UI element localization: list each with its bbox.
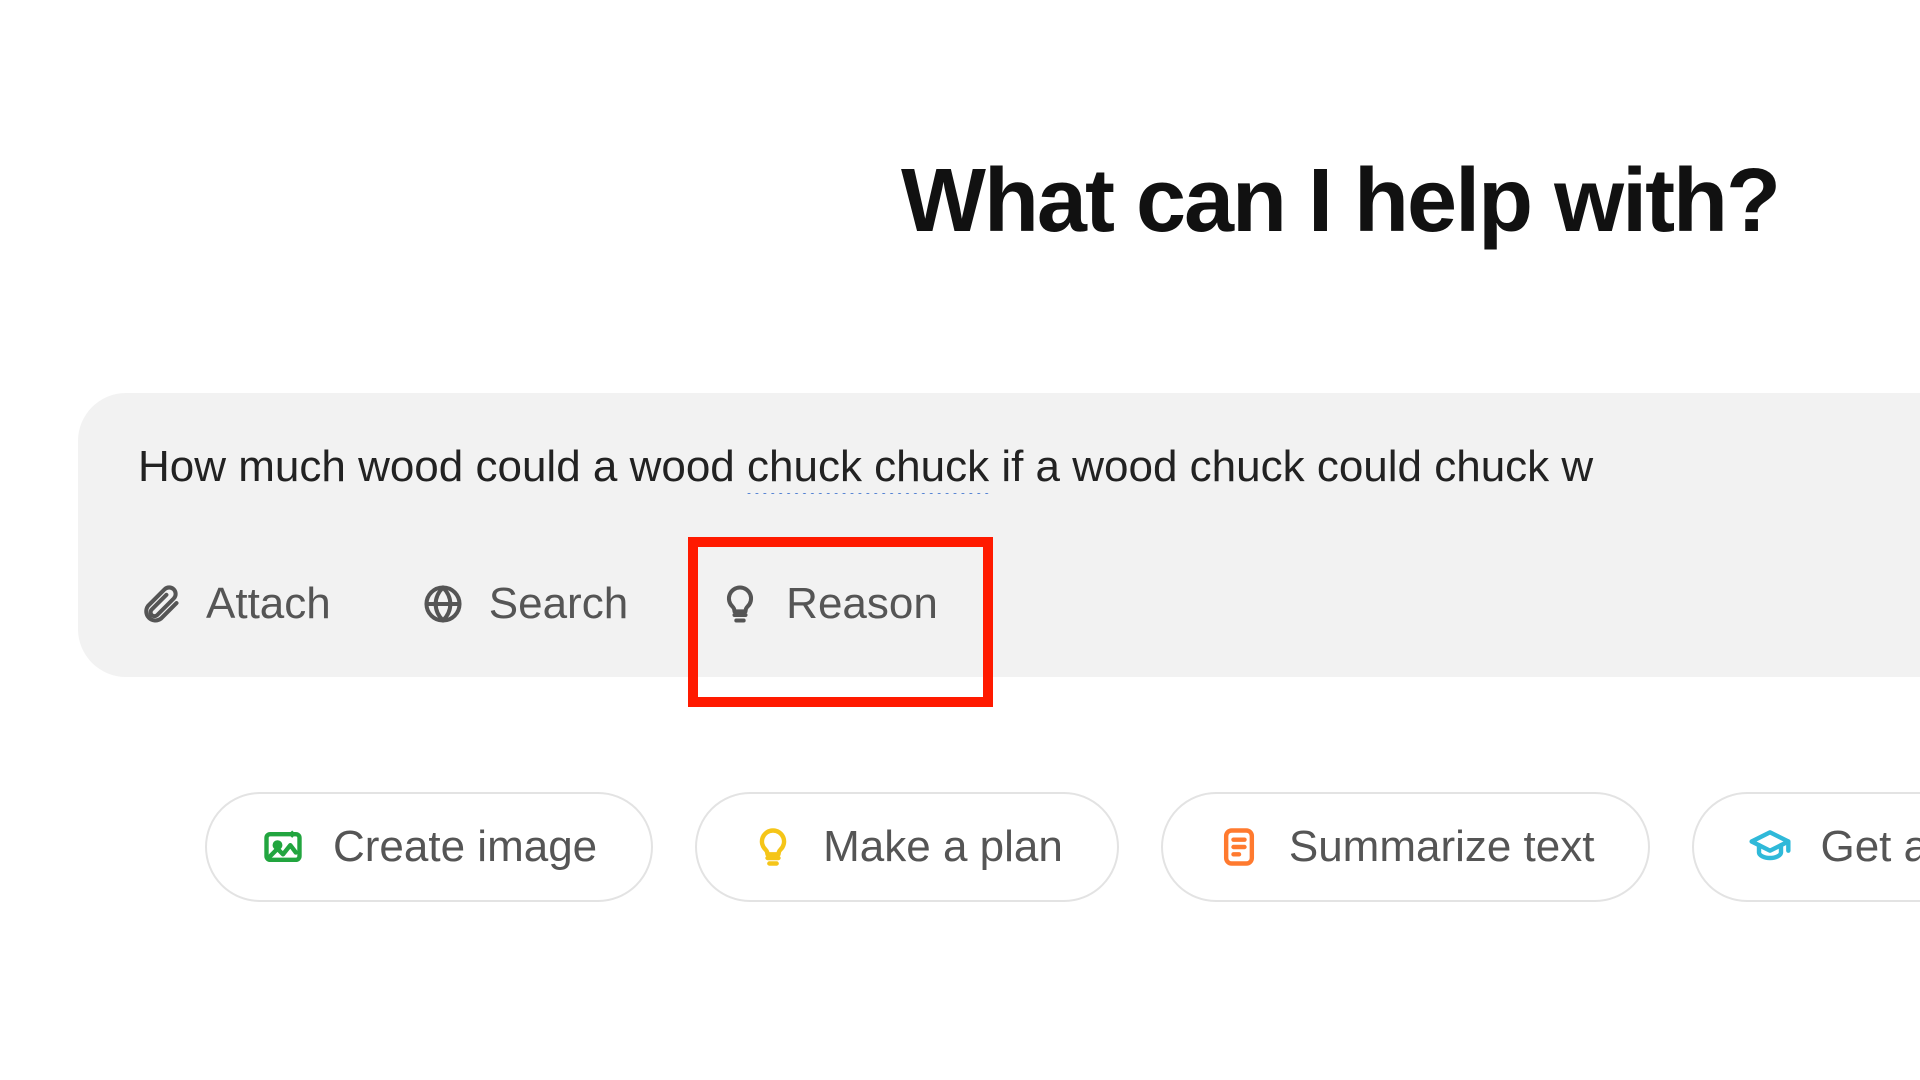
document-icon <box>1217 825 1261 869</box>
reason-button[interactable]: Reason <box>718 579 938 629</box>
globe-icon <box>421 582 465 626</box>
create-image-chip[interactable]: Create image <box>205 792 653 902</box>
prompt-text[interactable]: How much wood could a wood chuck chuck i… <box>138 441 1920 494</box>
prompt-pre: How much wood could a wood <box>138 442 747 491</box>
summarize-text-chip[interactable]: Summarize text <box>1161 792 1651 902</box>
get-advice-chip[interactable]: Get advic <box>1692 792 1920 902</box>
paperclip-icon <box>138 582 182 626</box>
image-icon <box>261 825 305 869</box>
lightbulb-icon <box>718 582 762 626</box>
make-a-plan-label: Make a plan <box>823 822 1063 872</box>
create-image-label: Create image <box>333 822 597 872</box>
reason-label: Reason <box>786 579 938 629</box>
attach-button[interactable]: Attach <box>138 579 331 629</box>
search-button[interactable]: Search <box>421 579 628 629</box>
summarize-text-label: Summarize text <box>1289 822 1595 872</box>
prompt-input-card[interactable]: How much wood could a wood chuck chuck i… <box>78 393 1920 677</box>
make-a-plan-chip[interactable]: Make a plan <box>695 792 1119 902</box>
page-root: What can I help with? How much wood coul… <box>0 0 1920 1080</box>
get-advice-label: Get advic <box>1820 822 1920 872</box>
search-label: Search <box>489 579 628 629</box>
tool-row: Attach Search <box>138 579 1920 629</box>
page-title: What can I help with? <box>760 150 1920 253</box>
graduation-cap-icon <box>1748 825 1792 869</box>
prompt-post: if a wood chuck could chuck w <box>989 442 1593 491</box>
lightbulb-plan-icon <box>751 825 795 869</box>
suggestion-chips-row: Create image Make a plan <box>205 792 1920 902</box>
prompt-spellcheck-span[interactable]: chuck chuck <box>747 442 989 494</box>
attach-label: Attach <box>206 579 331 629</box>
